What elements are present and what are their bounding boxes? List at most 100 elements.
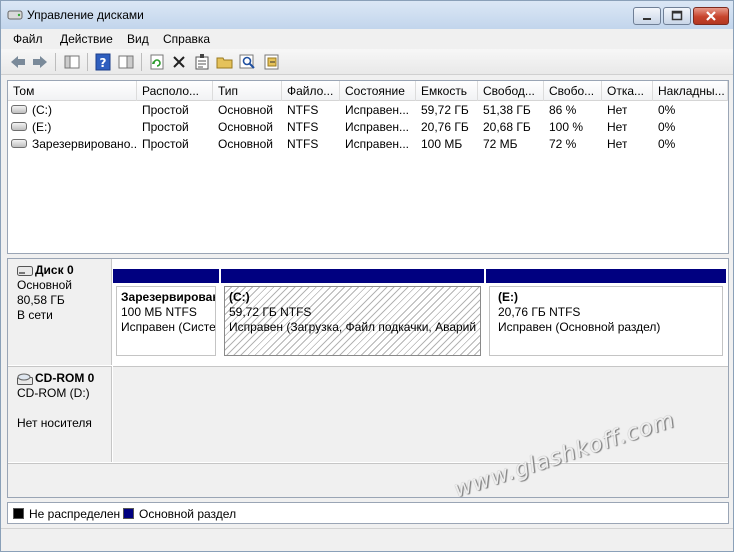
cell-free-space: 72 МБ <box>483 137 518 151</box>
menu-view[interactable]: Вид <box>127 32 149 46</box>
cell-free-space: 20,68 ГБ <box>483 120 531 134</box>
minimize-icon <box>643 18 651 20</box>
partition-body: (E:) 20,76 ГБ NTFS Исправен (Основной ра… <box>489 286 723 356</box>
status-bar <box>1 528 733 551</box>
disk-status: Нет носителя <box>17 416 92 430</box>
cell-free-space: 51,38 ГБ <box>483 103 531 117</box>
column-header-percent-free[interactable]: Свобо... <box>544 81 602 101</box>
toolbar-separator <box>141 53 142 71</box>
disk-0-label[interactable]: Диск 0 Основной 80,58 ГБ В сети <box>8 259 112 365</box>
hard-disk-icon <box>17 266 33 276</box>
cell-status: Исправен... <box>345 137 410 151</box>
column-header-free-space[interactable]: Свобод... <box>478 81 544 101</box>
column-header-status[interactable]: Состояние <box>340 81 416 101</box>
cell-layout: Простой <box>142 137 189 151</box>
volume-list[interactable]: Том Располо... Тип Файло... Состояние Ем… <box>7 80 729 254</box>
column-header-overhead[interactable]: Накладны... <box>653 81 728 101</box>
cell-filesystem: NTFS <box>287 120 319 134</box>
volume-row-reserved[interactable]: Зарезервировано... Простой Основной NTFS… <box>8 135 728 152</box>
cdrom-icon <box>17 373 33 385</box>
legend-swatch-primary <box>123 508 134 519</box>
volume-icon <box>11 139 27 148</box>
disk-size: 80,58 ГБ <box>17 293 65 307</box>
cell-volume: (C:) <box>32 103 52 117</box>
disk-type: CD-ROM (D:) <box>17 386 90 400</box>
cell-filesystem: NTFS <box>287 137 319 151</box>
title-bar[interactable]: Управление дисками <box>1 1 733 29</box>
menu-file[interactable]: Файл <box>13 32 43 46</box>
legend: Не распределен Основной раздел <box>7 502 729 524</box>
help-icon[interactable]: ? <box>94 53 112 71</box>
partition-e[interactable]: (E:) 20,76 ГБ NTFS Исправен (Основной ра… <box>486 269 726 359</box>
cell-type: Основной <box>218 103 274 117</box>
legend-label-unallocated: Не распределен <box>29 507 121 521</box>
legend-swatch-unallocated <box>13 508 24 519</box>
close-icon <box>706 11 716 21</box>
partition-c[interactable]: (C:) 59,72 ГБ NTFS Исправен (Загрузка, Ф… <box>221 269 484 359</box>
cell-fault-tolerance: Нет <box>607 103 628 117</box>
partition-body: Зарезервирован 100 МБ NTFS Исправен (Сис… <box>116 286 216 356</box>
maximize-icon <box>671 10 683 21</box>
menu-action[interactable]: Действие <box>60 32 113 46</box>
toolbar-separator <box>87 53 88 71</box>
window-title: Управление дисками <box>27 8 144 22</box>
column-header-capacity[interactable]: Емкость <box>416 81 478 101</box>
volume-icon <box>11 105 27 114</box>
column-header-type[interactable]: Тип <box>213 81 282 101</box>
graph-empty-area <box>8 463 728 497</box>
delete-icon[interactable] <box>170 53 188 71</box>
partition-body-selected: (C:) 59,72 ГБ NTFS Исправен (Загрузка, Ф… <box>224 286 481 356</box>
cell-status: Исправен... <box>345 103 410 117</box>
column-header-layout[interactable]: Располо... <box>137 81 213 101</box>
maximize-button[interactable] <box>663 7 691 25</box>
console-tree-icon[interactable] <box>63 53 81 71</box>
partition-bar <box>221 269 484 283</box>
properties-icon[interactable] <box>193 53 211 71</box>
column-header-volume[interactable]: Том <box>8 81 137 101</box>
minimize-button[interactable] <box>633 7 661 25</box>
cell-percent-free: 86 % <box>549 103 577 117</box>
cell-volume: (E:) <box>32 120 52 134</box>
forward-arrow-icon[interactable] <box>31 53 49 71</box>
cell-fault-tolerance: Нет <box>607 120 628 134</box>
search-icon[interactable] <box>239 53 257 71</box>
column-header-fault-tolerance[interactable]: Отка... <box>602 81 653 101</box>
action-pane-icon[interactable] <box>117 53 135 71</box>
cdrom-0-label[interactable]: CD-ROM 0 CD-ROM (D:) Нет носителя <box>8 366 112 462</box>
cell-fault-tolerance: Нет <box>607 137 628 151</box>
cell-filesystem: NTFS <box>287 103 319 117</box>
refresh-icon[interactable] <box>148 53 166 71</box>
toolbar-separator <box>55 53 56 71</box>
cell-percent-free: 72 % <box>549 137 577 151</box>
partition-bar <box>486 269 726 283</box>
volume-row-c[interactable]: (C:) Простой Основной NTFS Исправен... 5… <box>8 101 728 118</box>
cell-type: Основной <box>218 120 274 134</box>
back-arrow-icon[interactable] <box>9 53 27 71</box>
open-folder-icon[interactable] <box>216 53 234 71</box>
cell-overhead: 0% <box>658 120 676 134</box>
partition-reserved[interactable]: Зарезервирован 100 МБ NTFS Исправен (Сис… <box>113 269 219 359</box>
menu-help[interactable]: Справка <box>163 32 210 46</box>
partition-bar <box>113 269 219 283</box>
disk-name: CD-ROM 0 <box>35 371 95 385</box>
cell-layout: Простой <box>142 120 189 134</box>
legend-label-primary: Основной раздел <box>139 507 237 521</box>
partition-name: (C:) <box>229 290 250 304</box>
export-icon[interactable] <box>263 53 281 71</box>
disk-status: В сети <box>17 308 53 322</box>
disk-graphical-view: Диск 0 Основной 80,58 ГБ В сети Зарезерв… <box>7 258 729 498</box>
partition-size: 20,76 ГБ NTFS <box>498 305 581 319</box>
cell-capacity: 20,76 ГБ <box>421 120 469 134</box>
volume-icon <box>11 122 27 131</box>
column-header-filesystem[interactable]: Файло... <box>282 81 340 101</box>
cell-volume: Зарезервировано... <box>32 137 138 151</box>
partition-name: (E:) <box>498 290 518 304</box>
cdrom-empty-area <box>113 366 728 462</box>
volume-row-e[interactable]: (E:) Простой Основной NTFS Исправен... 2… <box>8 118 728 135</box>
cell-overhead: 0% <box>658 137 676 151</box>
volume-list-header: Том Располо... Тип Файло... Состояние Ем… <box>8 81 728 101</box>
partition-status: Исправен (Основной раздел) <box>498 320 661 334</box>
cell-capacity: 100 МБ <box>421 137 463 151</box>
cell-overhead: 0% <box>658 103 676 117</box>
close-button[interactable] <box>693 7 729 25</box>
